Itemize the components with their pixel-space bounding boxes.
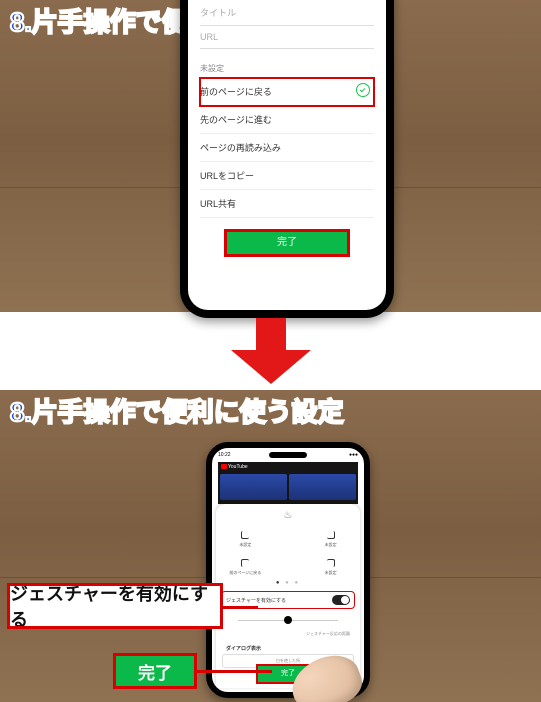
- toggle-label: ジェスチャーを有効にする: [226, 597, 286, 604]
- panel-step-after: 8.片手操作で便利に使う設定 10:22 ●●● YouTube ♨ 未設定 未…: [0, 390, 541, 702]
- field-url[interactable]: URL: [200, 26, 374, 49]
- option-copy-url[interactable]: URLをコピー: [200, 162, 374, 190]
- arrow-tr-icon: [324, 528, 338, 542]
- arrow-tl-icon: [238, 528, 252, 542]
- toggle-switch[interactable]: [332, 595, 350, 605]
- gesture-top-center: [269, 526, 308, 550]
- section-unset: 未設定: [200, 63, 374, 74]
- gesture-grid: 未設定 未設定 前のページに戻る 未設定: [226, 526, 350, 578]
- option-share-url[interactable]: URL共有: [200, 190, 374, 218]
- arrow-bl-icon: [238, 556, 252, 570]
- done-button-top[interactable]: 完了: [227, 232, 347, 254]
- field-title[interactable]: タイトル: [200, 0, 374, 26]
- status-time: 10:22: [218, 452, 231, 458]
- option-back[interactable]: 前のページに戻る: [200, 78, 374, 106]
- panel-step-before: 8.片手操作で便利に使う設定 タイトル URL 未設定 前のページに戻る 先のペ…: [0, 0, 541, 312]
- youtube-label: YouTube: [228, 464, 248, 470]
- leader-line-gesture: [220, 606, 258, 609]
- youtube-play-icon: [221, 464, 227, 469]
- gesture-bottom-center: [269, 554, 308, 578]
- youtube-background: YouTube: [218, 462, 358, 504]
- gesture-option-list: 前のページに戻る 先のページに進む ページの再読み込み URLをコピー URL共…: [200, 78, 374, 218]
- check-icon: [356, 83, 370, 97]
- callout-enable-gesture: ジェスチャーを有効にする: [10, 586, 220, 626]
- option-reload[interactable]: ページの再読み込み: [200, 134, 374, 162]
- arrow-br-icon: [324, 556, 338, 570]
- youtube-thumbnails: [220, 474, 356, 500]
- callout-done: 完了: [116, 656, 194, 686]
- phone-top: タイトル URL 未設定 前のページに戻る 先のページに進む ページの再読み込み…: [180, 0, 394, 318]
- slider-thumb[interactable]: [284, 616, 292, 624]
- leader-line-done: [194, 670, 272, 673]
- gesture-bottom-right[interactable]: 未設定: [311, 554, 350, 578]
- down-arrow-icon: [228, 312, 314, 390]
- heading-bottom: 8.片手操作で便利に使う設定: [10, 392, 344, 429]
- status-bar: 10:22 ●●●: [218, 452, 358, 458]
- gesture-top-left[interactable]: 未設定: [226, 526, 265, 550]
- gesture-bottom-left[interactable]: 前のページに戻る: [226, 554, 265, 578]
- option-label: 前のページに戻る: [200, 87, 272, 97]
- option-forward[interactable]: 先のページに進む: [200, 106, 374, 134]
- gesture-top-right[interactable]: 未設定: [311, 526, 350, 550]
- page-dots: ● ● ●: [276, 580, 300, 586]
- flame-icon: ♨: [284, 510, 293, 521]
